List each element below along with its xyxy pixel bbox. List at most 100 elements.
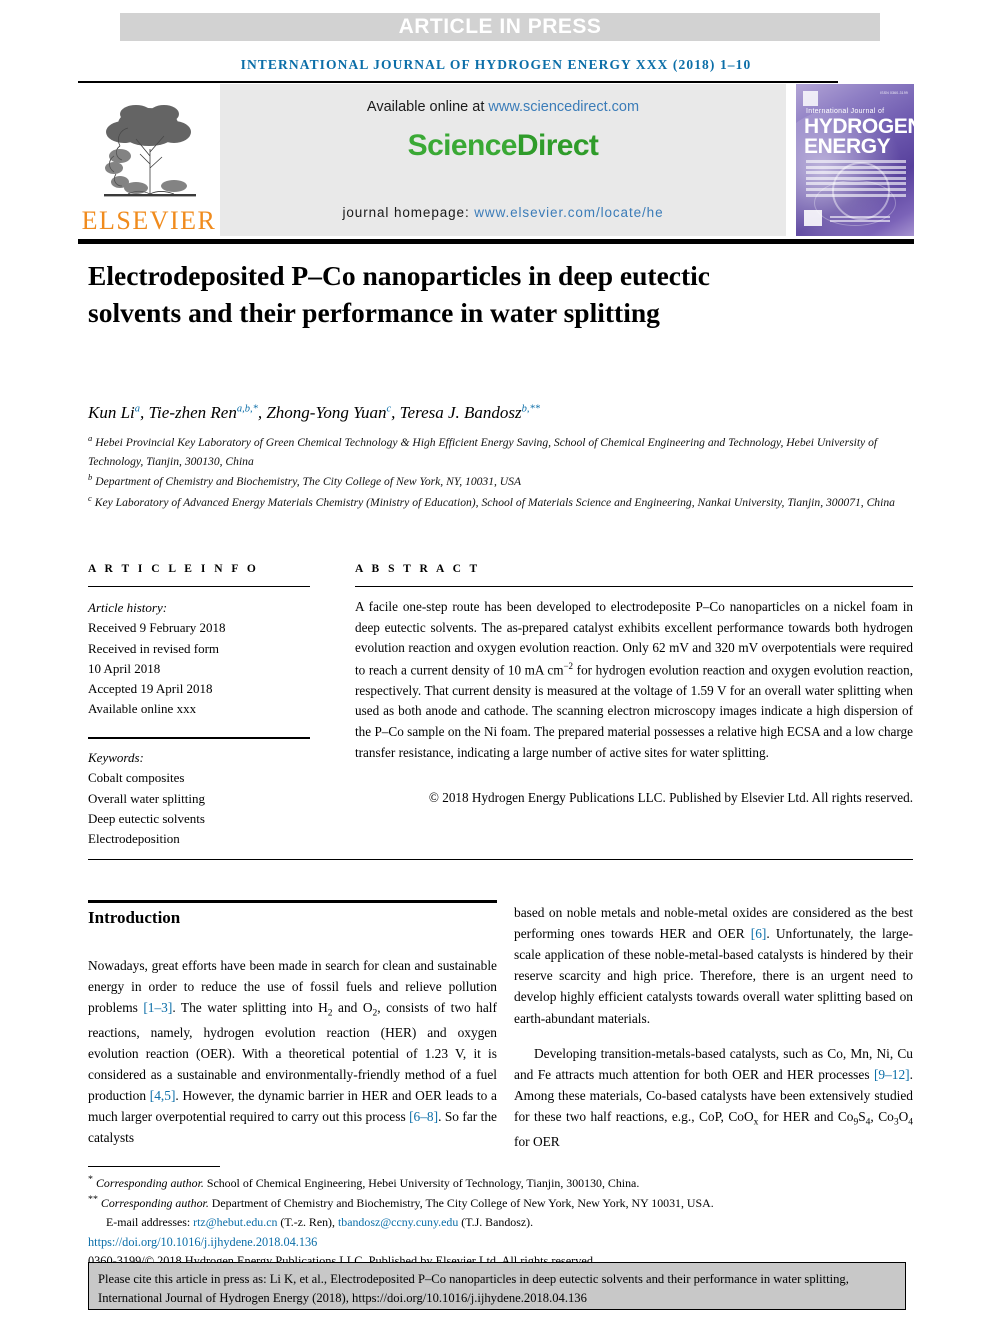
- masthead-top-rule: [78, 81, 838, 83]
- masthead-bottom-rule: [78, 239, 914, 244]
- journal-masthead: ELSEVIER Available online at www.science…: [78, 84, 914, 236]
- keyword-item: Electrodeposition: [88, 831, 180, 847]
- journal-running-head: INTERNATIONAL JOURNAL OF HYDROGEN ENERGY…: [240, 57, 752, 72]
- sciencedirect-logo[interactable]: ScienceDirect: [408, 129, 599, 163]
- author-affiliation-marks: c: [386, 403, 392, 415]
- body-paragraph: based on noble metals and noble-metal ox…: [514, 902, 913, 1029]
- author-item: Tie-zhen Rena,b,*: [149, 403, 258, 422]
- email-owner-ren: (T.-z. Ren),: [277, 1214, 338, 1229]
- elsevier-tree-icon: [104, 105, 196, 197]
- author-name: Teresa J. Bandosz: [399, 403, 522, 422]
- journal-homepage-label: journal homepage:: [342, 205, 475, 220]
- footnotes-block: * Corresponding author. School of Chemic…: [88, 1172, 918, 1271]
- footnote-corresponding-1: * Corresponding author. School of Chemic…: [88, 1172, 918, 1192]
- keyword-item: Deep eutectic solvents: [88, 810, 205, 826]
- cover-society-logo: [804, 210, 822, 226]
- abstract-label: A B S T R A C T: [355, 563, 481, 575]
- article-info-rule-top: [88, 586, 310, 588]
- cover-publisher-mark: [803, 91, 818, 106]
- right-text-c: Developing transition-metals-based catal…: [514, 1045, 913, 1082]
- author-item: Kun Lia: [88, 403, 140, 422]
- body-column-right: based on noble metals and noble-metal ox…: [514, 902, 913, 1152]
- citation-ref-1-3[interactable]: [1–3]: [143, 1000, 172, 1015]
- footnote-corresponding-label: Corresponding author.: [95, 1175, 204, 1190]
- elsevier-logo: ELSEVIER: [78, 84, 220, 236]
- journal-cover-container: ISSN 0360-3199 International Journal of …: [786, 84, 914, 236]
- elsevier-wordmark: ELSEVIER: [81, 206, 217, 235]
- citation-notice-text: Please cite this article in press as: Li…: [98, 1272, 849, 1305]
- email-link-ren[interactable]: rtz@hebut.edu.cn: [193, 1215, 277, 1229]
- introduction-heading: Introduction: [88, 908, 181, 927]
- journal-homepage-link[interactable]: www.elsevier.com/locate/he: [474, 205, 663, 220]
- available-online-line: Available online at www.sciencedirect.co…: [367, 99, 639, 115]
- author-affiliation-marks: a,b,*: [236, 403, 258, 415]
- article-title: Electrodeposited P–Co nanoparticles in d…: [88, 260, 710, 328]
- sciencedirect-logo-direct: Direct: [516, 129, 599, 162]
- cover-title-line1: HYDROGEN: [804, 115, 914, 138]
- affiliation-item: a Hebei Provincial Key Laboratory of Gre…: [88, 432, 918, 471]
- footnote-rule: [88, 1166, 220, 1168]
- citation-ref-6-8[interactable]: [6–8]: [409, 1109, 438, 1124]
- keywords-block: Keywords: Cobalt composites Overall wate…: [88, 748, 318, 849]
- sciencedirect-logo-science: Science: [407, 129, 518, 162]
- citation-ref-4-5[interactable]: [4,5]: [150, 1088, 176, 1103]
- footnote-emails: E-mail addresses: rtz@hebut.edu.cn (T.-z…: [88, 1213, 918, 1231]
- footnote-mark-double-asterisk: **: [88, 1194, 98, 1206]
- keyword-item: Cobalt composites: [88, 770, 185, 786]
- keyword-item: Overall water splitting: [88, 790, 205, 806]
- article-in-press-label: ARTICLE IN PRESS: [398, 15, 602, 38]
- intro-text-c: and O: [332, 1000, 373, 1016]
- article-history-label: Article history:: [88, 600, 168, 615]
- affiliation-mark: b: [88, 472, 93, 483]
- author-affiliation-marks: a: [134, 403, 141, 415]
- abstract-copyright: © 2018 Hydrogen Energy Publications LLC.…: [428, 790, 913, 805]
- right-text-f: S: [858, 1108, 866, 1124]
- abstract-superscript: −2: [563, 660, 574, 671]
- affiliation-list: a Hebei Provincial Key Laboratory of Gre…: [88, 432, 918, 513]
- footnote-corresponding-address: School of Chemical Engineering, Hebei Un…: [203, 1175, 640, 1190]
- citation-ref-9-12[interactable]: [9–12]: [874, 1067, 910, 1082]
- affiliation-text: Department of Chemistry and Biochemistry…: [95, 475, 522, 489]
- intro-text-b: . The water splitting into H: [172, 1000, 328, 1016]
- abstract-text: A facile one-step route has been develop…: [355, 597, 913, 763]
- journal-homepage-line: journal homepage: www.elsevier.com/locat…: [342, 205, 663, 220]
- body-column-left: Nowadays, great efforts have been made i…: [88, 955, 497, 1149]
- article-page: ARTICLE IN PRESS INTERNATIONAL JOURNAL O…: [0, 0, 992, 1323]
- email-addresses-label: E-mail addresses:: [106, 1214, 194, 1229]
- article-history-item: Received in revised form: [88, 640, 220, 656]
- affiliation-mark: a: [88, 433, 93, 443]
- cover-footer-lines: [830, 216, 890, 224]
- article-info-label: A R T I C L E I N F O: [88, 563, 259, 575]
- article-history-item: Accepted 19 April 2018: [88, 681, 213, 697]
- abstract-bottom-rule: [88, 859, 913, 861]
- footnote-corresponding-address: Department of Chemistry and Biochemistry…: [208, 1196, 714, 1211]
- article-info-rule-mid: [88, 737, 310, 740]
- doi-link[interactable]: https://doi.org/10.1016/j.ijhydene.2018.…: [88, 1233, 918, 1252]
- introduction-rule: [88, 900, 497, 903]
- sciencedirect-banner: Available online at www.sciencedirect.co…: [220, 84, 786, 236]
- right-text-g: , Co: [870, 1108, 894, 1124]
- sciencedirect-url-link[interactable]: www.sciencedirect.com: [488, 99, 639, 115]
- citation-notice-box: Please cite this article in press as: Li…: [88, 1262, 906, 1310]
- email-owner-bandosz: (T.J. Bandosz).: [458, 1214, 534, 1229]
- available-online-text: Available online at: [366, 99, 489, 115]
- article-in-press-banner: ARTICLE IN PRESS: [120, 13, 880, 41]
- email-link-bandosz[interactable]: tbandosz@ccny.cuny.edu: [338, 1215, 458, 1229]
- footnote-mark-single-asterisk: *: [88, 1174, 93, 1185]
- author-name: Tie-zhen Ren: [148, 403, 237, 422]
- author-list: Kun Lia, Tie-zhen Rena,b,*, Zhong-Yong Y…: [88, 403, 541, 422]
- author-name: Zhong-Yong Yuan: [266, 403, 387, 422]
- body-paragraph: Developing transition-metals-based catal…: [514, 1043, 913, 1152]
- article-history-item: Received 9 February 2018: [88, 620, 226, 636]
- keywords-label: Keywords:: [88, 750, 144, 765]
- affiliation-text: Key Laboratory of Advanced Energy Materi…: [94, 495, 895, 509]
- author-item: Zhong-Yong Yuanc: [266, 403, 391, 422]
- author-affiliation-marks: b,**: [521, 403, 541, 415]
- right-text-h: O: [898, 1108, 909, 1124]
- author-name: Kun Li: [88, 403, 135, 422]
- journal-cover-image: ISSN 0360-3199 International Journal of …: [796, 84, 914, 236]
- affiliation-item: b Department of Chemistry and Biochemist…: [88, 471, 918, 492]
- abstract-rule-top: [355, 586, 913, 588]
- citation-ref-6[interactable]: [6]: [751, 926, 767, 941]
- footnote-corresponding-label: Corresponding author.: [100, 1196, 209, 1211]
